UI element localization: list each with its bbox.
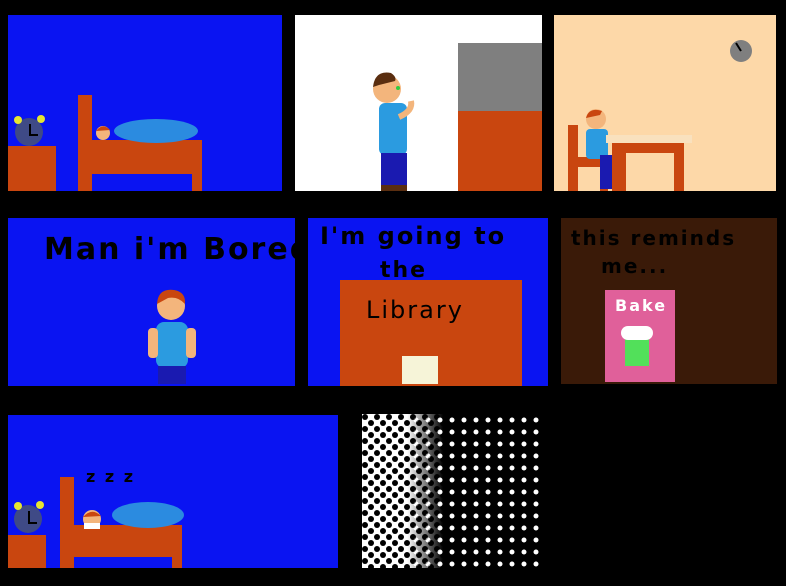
panel-bedroom-sleeping	[8, 15, 282, 191]
alarm-clock-icon	[14, 115, 45, 146]
alarm-clock-icon	[14, 501, 44, 533]
sink-cabinet	[458, 111, 542, 191]
library-caption-line1: I'm going to	[320, 222, 507, 250]
bathroom-scene	[373, 43, 542, 191]
library-sign-label: Library	[366, 296, 464, 324]
halftone-pattern	[362, 414, 542, 568]
library-door	[402, 356, 438, 384]
kitchen-scene	[568, 40, 752, 191]
library-sign: Library	[340, 280, 522, 386]
bake-book: Bake	[605, 290, 675, 382]
bedroom-scene	[8, 95, 202, 191]
panel-asleep-again: z z z	[8, 415, 338, 568]
wall-clock-icon	[730, 40, 752, 62]
nightstand	[8, 535, 46, 568]
panel-brushing-teeth	[295, 15, 542, 191]
boy-standing	[373, 72, 415, 191]
reminds-caption-line1: this reminds	[571, 226, 737, 250]
bed-leg	[192, 140, 202, 191]
blanket	[114, 119, 198, 143]
bake-book-title: Bake	[615, 296, 668, 315]
boy-sitting	[586, 109, 616, 189]
bored-boy	[148, 289, 196, 384]
reminds-caption-line2: me...	[601, 254, 669, 278]
cake-icon	[625, 338, 649, 366]
bed-frame	[78, 140, 200, 174]
table-top	[606, 135, 692, 143]
panel-bored: Man i'm Bored	[8, 218, 295, 386]
panel-halftone-fade	[362, 414, 542, 568]
sleeping-head	[96, 126, 110, 140]
panel-library: I'm going to the Library	[308, 218, 548, 386]
bed-frame	[60, 525, 180, 557]
sleeping-head	[83, 510, 101, 529]
panel-kitchen-table	[554, 15, 776, 191]
blanket	[112, 502, 184, 528]
mirror	[458, 43, 542, 111]
nightstand	[8, 146, 56, 191]
bedroom-scene-2	[8, 477, 184, 568]
comic-page: Man i'm Bored I'm going to the Library t…	[0, 0, 786, 586]
panel-reminds: this reminds me... Bake	[561, 218, 777, 384]
